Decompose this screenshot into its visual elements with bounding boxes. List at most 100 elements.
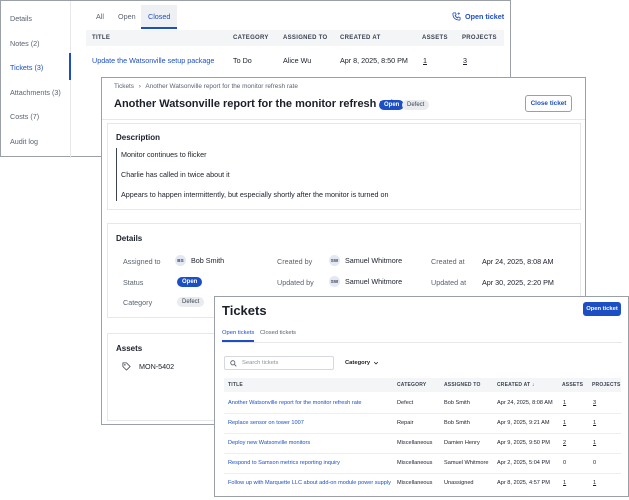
category-filter-dropdown[interactable]: Category (345, 360, 379, 366)
ticket-projects-link[interactable]: 3 (593, 400, 596, 406)
tag-icon (122, 362, 131, 371)
tab-closed[interactable]: Closed (148, 12, 170, 21)
ticket-title-link[interactable]: Follow up with Marquette LLC about add-o… (228, 480, 391, 486)
sidebar-item-attachments[interactable]: Attachments (3) (10, 88, 61, 97)
sidebar-item-details[interactable]: Details (10, 14, 32, 23)
ticket-created-at: Apr 8, 2025, 4:57 PM (497, 480, 550, 486)
ticket-category: Miscellaneous (397, 440, 433, 446)
ticket-created-at: Apr 9, 2025, 9:21 AM (497, 420, 550, 426)
status-value: Open (177, 277, 203, 287)
description-quote-bar (116, 148, 117, 201)
ticket-created-at: Apr 2, 2025, 5:04 PM (497, 460, 550, 466)
updated-at-value: Apr 30, 2025, 2:20 PM (482, 278, 554, 287)
category-label: Category (123, 298, 153, 307)
ticket-title-link[interactable]: Deploy new Watsonville monitors (228, 440, 310, 446)
created-by-name: Samuel Whitmore (345, 256, 403, 265)
column-title: TITLE (228, 382, 243, 388)
category-pill: Defect (177, 297, 205, 307)
column-assigned-to: ASSIGNED TO (283, 35, 328, 41)
ticket-title-link[interactable]: Another Watsonville report for the monit… (228, 400, 361, 406)
ticket-assigned-to: Samuel Whitmore (444, 460, 489, 466)
ticket-assigned-to: Bob Smith (444, 400, 470, 406)
tab-all[interactable]: All (96, 12, 104, 21)
ticket-assigned-to: Alice Wu (283, 56, 312, 65)
ticket-projects-link[interactable]: 3 (463, 56, 467, 65)
ticket-projects-link[interactable]: 1 (593, 420, 596, 426)
breadcrumb-current: Another Watsonville report for the monit… (145, 83, 298, 90)
ticket-assets-link[interactable]: 1 (423, 56, 427, 65)
ticket-assigned-to: Unassigned (444, 480, 474, 486)
sidebar-item-tickets[interactable]: Tickets (3) (10, 63, 43, 72)
assigned-to-label: Assigned to (123, 257, 161, 266)
open-ticket-button[interactable]: Open ticket (583, 302, 621, 316)
column-title: TITLE (92, 35, 111, 41)
sidebar-active-indicator (69, 53, 71, 80)
breadcrumb: Tickets › Another Watsonville report for… (114, 83, 298, 90)
avatar: BS (175, 255, 186, 266)
ticket-assets-link[interactable]: 2 (563, 440, 566, 446)
search-input[interactable] (242, 360, 330, 366)
header-divider (102, 119, 585, 120)
open-ticket-link[interactable]: Open ticket (452, 12, 504, 21)
page-title: Tickets (222, 303, 267, 318)
ticket-title-link[interactable]: Replace sensor on tower 1007 (228, 420, 304, 426)
created-at-value: Apr 24, 2025, 8:08 AM (482, 257, 554, 266)
column-category: CATEGORY (397, 382, 427, 388)
ticket-category: Miscellaneous (397, 480, 433, 486)
column-category: CATEGORY (233, 35, 269, 41)
created-by-value[interactable]: SW Samuel Whitmore (329, 255, 402, 266)
ticket-title-link[interactable]: Respond to Samson metrics reporting inqu… (228, 460, 340, 466)
asset-item[interactable]: MON-5402 (122, 362, 174, 371)
search-box (224, 356, 334, 370)
breadcrumb-tickets-link[interactable]: Tickets (114, 83, 134, 90)
close-ticket-button[interactable]: Close ticket (525, 95, 572, 112)
column-projects: PROJECTS (462, 35, 497, 41)
column-assets: ASSETS (422, 35, 448, 41)
row-divider (224, 433, 621, 434)
ticket-assets-link[interactable]: 1 (563, 400, 566, 406)
ticket-title-link[interactable]: Update the Watsonville setup package (92, 56, 214, 65)
ticket-assigned-to: Damien Henry (444, 440, 480, 446)
assigned-to-value[interactable]: BS Bob Smith (175, 255, 224, 266)
column-projects: PROJECTS (592, 382, 621, 388)
avatar: SW (329, 255, 340, 266)
ticket-assets-link[interactable]: 1 (563, 420, 566, 426)
chevron-down-icon (374, 361, 379, 365)
ticket-projects-link[interactable]: 1 (593, 440, 596, 446)
sidebar-item-costs[interactable]: Costs (7) (10, 112, 39, 121)
sidebar: Details Notes (2) Tickets (3) Attachment… (1, 1, 71, 158)
column-assets: ASSETS (562, 382, 584, 388)
description-card: Description Monitor continues to flicker… (107, 123, 581, 210)
description-line-2: Charlie has called in twice about it (121, 170, 230, 179)
column-created-at: CREATED AT (340, 35, 381, 41)
category-filter-label: Category (345, 360, 371, 366)
tickets-list-window: Tickets Open ticket Open tickets Closed … (214, 296, 629, 497)
created-by-label: Created by (277, 257, 313, 266)
description-heading: Description (116, 133, 161, 142)
updated-by-value[interactable]: SW Samuel Whitmore (329, 276, 402, 287)
tab-open-tickets[interactable]: Open tickets (222, 330, 254, 336)
status-pill: Open (177, 277, 203, 287)
sidebar-item-audit-log[interactable]: Audit log (10, 137, 38, 146)
tab-closed-tickets[interactable]: Closed tickets (260, 330, 296, 336)
description-line-1: Monitor continues to flicker (121, 150, 207, 159)
asset-id: MON-5402 (139, 362, 175, 371)
sidebar-item-notes[interactable]: Notes (2) (10, 39, 40, 48)
column-created-at-sort[interactable]: CREATED AT ↓ (497, 382, 535, 388)
status-label: Status (123, 278, 144, 287)
row-divider (224, 453, 621, 454)
search-icon (230, 359, 237, 367)
open-ticket-label: Open ticket (465, 12, 505, 21)
ticket-assets-link[interactable]: 1 (563, 480, 566, 486)
phone-icon (452, 12, 461, 21)
avatar: SW (329, 276, 340, 287)
tab-open[interactable]: Open (118, 12, 136, 21)
tab-divider (222, 342, 622, 343)
ticket-projects-link[interactable]: 1 (593, 480, 596, 486)
category-badge: Defect (402, 100, 430, 110)
status-badge: Open (379, 100, 405, 110)
ticket-assets-link: 0 (563, 460, 567, 466)
ticket-assigned-to: Bob Smith (444, 420, 470, 426)
ticket-created-at: Apr 24, 2025, 8:08 AM (497, 400, 553, 406)
assigned-to-name: Bob Smith (191, 256, 225, 265)
